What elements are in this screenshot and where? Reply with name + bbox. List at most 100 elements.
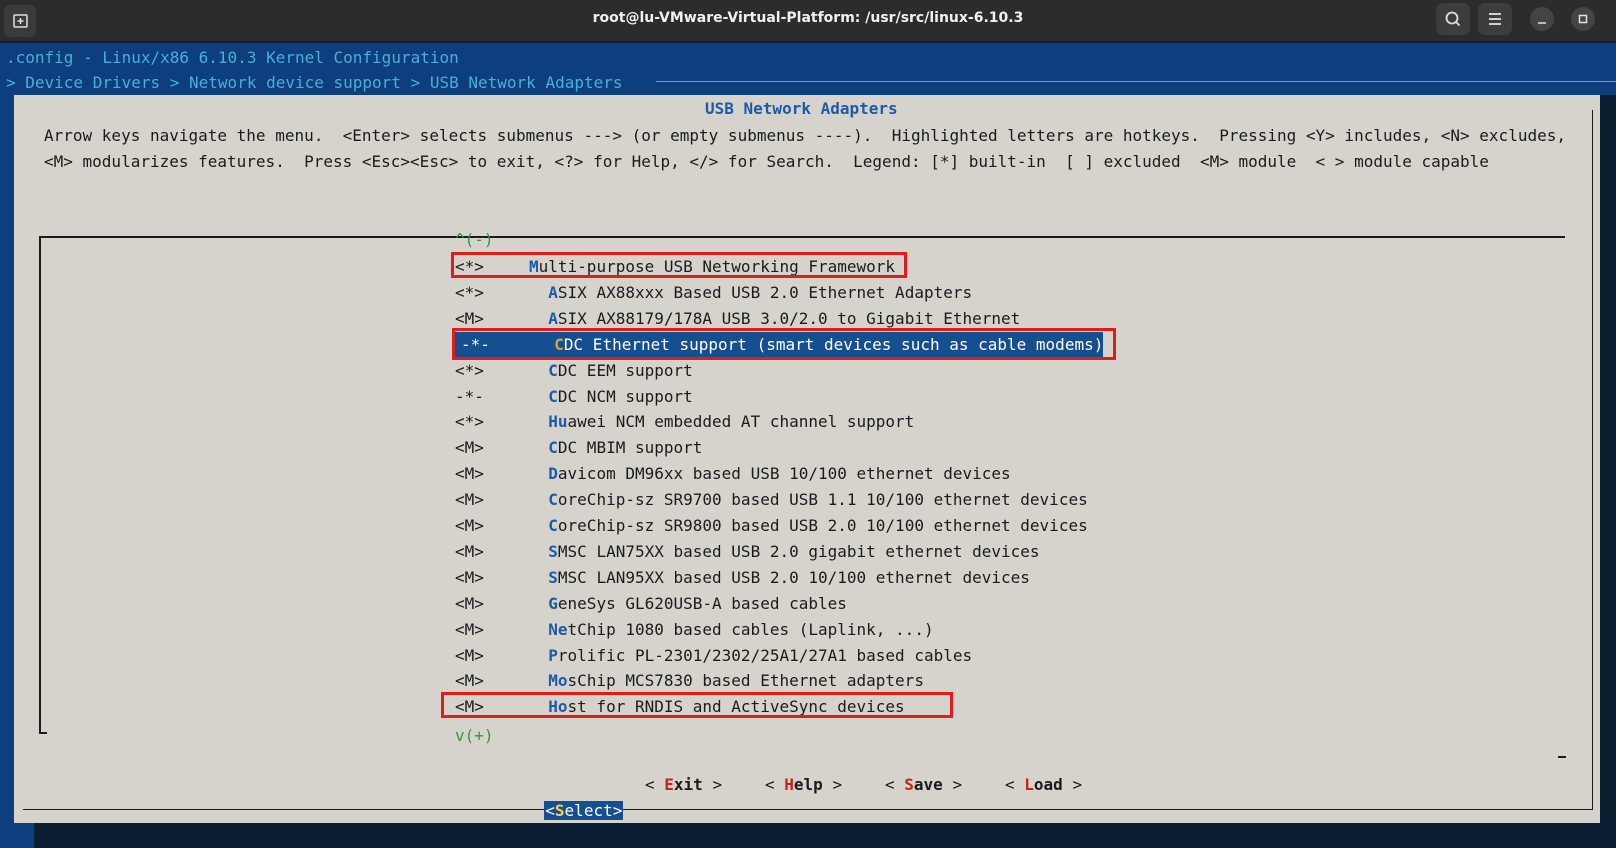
menu-item-indent [529,620,548,639]
menu-item-hotkey: C [548,516,558,535]
select-close: > [612,801,623,820]
select-button[interactable]: <Select> [525,772,624,820]
menu-item-hotkey: A [548,282,558,302]
minimize-button[interactable] [1530,7,1554,31]
menu-item-hotkey: Mo [548,671,568,691]
menu-item-label: oreChip-sz SR9700 based USB 1.1 10/100 e… [557,490,1088,510]
menu-item-label: SIX AX88xxx Based USB 2.0 Ethernet Adapt… [557,282,973,302]
menu-item-label: DC NCM support [557,386,693,406]
menu-item-hotkey: G [548,593,558,613]
menu-item-indent [529,646,548,665]
select-open: < [545,801,555,820]
menu-item-label: MSC LAN95XX based USB 2.0 10/100 etherne… [557,567,1030,587]
window-title: root@lu-VMware-Virtual-Platform: /usr/sr… [592,10,1024,26]
exit-hotkey: E [664,775,674,794]
save-hotkey: S [904,775,914,794]
menu-item-label: tChip 1080 based cables (Laplink, ...) [567,619,934,639]
menu-item-state[interactable]: <M> [449,565,529,591]
load-close: > [1062,775,1083,794]
help-open: < [765,775,785,794]
menu-box-corner [39,732,47,734]
menu-item-hotkey: C [548,360,558,380]
exit-button[interactable]: < Exit > [645,772,722,798]
maximize-icon [1578,14,1588,24]
save-button[interactable]: < Save > [885,772,962,798]
menu-item-label: DC MBIM support [557,438,703,458]
help-close: > [822,775,843,794]
menu-item-state[interactable]: <M> [449,461,529,487]
menu-item[interactable]: <M> CoreChip-sz SR9800 based USB 2.0 10/… [449,513,1088,539]
menu-item[interactable]: <M> MosChip MCS7830 based Ethernet adapt… [449,668,924,694]
menu-item-indent [529,516,548,535]
menu-item-indent [529,412,548,431]
menu-item-state[interactable]: <*> [449,280,529,306]
menu-item-state[interactable]: -*- [449,384,529,410]
menu-item-state[interactable]: <M> [449,539,529,565]
menu-item-state[interactable]: <M> [449,617,529,643]
menu-item-hotkey: C [548,386,558,406]
menu-item-indent [529,594,548,613]
menu-item-indent [529,671,548,690]
menu-item[interactable]: <M> CDC MBIM support [449,435,702,461]
load-label: oad [1033,775,1063,794]
menu-item[interactable]: <*> ASIX AX88xxx Based USB 2.0 Ethernet … [449,280,972,306]
menu-item[interactable]: <*> CDC EEM support [449,358,693,384]
menu-item-label: DC EEM support [557,360,693,380]
breadcrumb: > Device Drivers > Network device suppor… [6,73,623,92]
annotation-box [452,327,1116,360]
load-button[interactable]: < Load > [1005,772,1082,798]
menu-item[interactable]: <M> SMSC LAN95XX based USB 2.0 10/100 et… [449,565,1030,591]
menu-item-indent [529,309,548,328]
exit-open: < [645,775,665,794]
menu-item[interactable]: <M> Prolific PL-2301/2302/25A1/27A1 base… [449,643,972,669]
help-text: Arrow keys navigate the menu. <Enter> se… [44,126,1576,171]
annotation-box [441,692,953,719]
menu-item-indent [529,568,548,587]
menu-item-state[interactable]: <M> [449,487,529,513]
dialog-shadow-bottom [34,823,1616,848]
exit-close: > [702,775,723,794]
annotation-box [451,252,907,278]
menu-item-state[interactable]: <M> [449,435,529,461]
menu-button[interactable] [1478,3,1512,35]
menu-item-state[interactable]: <*> [449,358,529,384]
menu-item[interactable]: <M> Davicom DM96xx based USB 10/100 ethe… [449,461,1011,487]
help-hotkey: H [784,775,794,794]
load-hotkey: L [1024,775,1034,794]
menu-item[interactable]: <*> Huawei NCM embedded AT channel suppo… [449,409,914,435]
window-titlebar: root@lu-VMware-Virtual-Platform: /usr/sr… [0,0,1616,42]
menu-item-state[interactable]: <M> [449,513,529,539]
menu-item-hotkey: Hu [548,412,568,432]
exit-label: xit [673,775,703,794]
maximize-button[interactable] [1571,7,1595,31]
menu-item[interactable]: <M> NetChip 1080 based cables (Laplink, … [449,617,934,643]
menu-item-state[interactable]: <M> [449,643,529,669]
search-button[interactable] [1436,3,1470,35]
scroll-up-indicator[interactable]: ^(-) [455,230,494,249]
menu-item-state[interactable]: <*> [449,409,529,435]
menu-item-hotkey: A [548,308,558,328]
scroll-down-indicator[interactable]: v(+) [455,726,494,745]
config-title: .config - Linux/x86 6.10.3 Kernel Config… [6,48,459,67]
menu-box-right-tick [1558,756,1566,758]
menu-item-state[interactable]: <M> [449,591,529,617]
load-open: < [1005,775,1025,794]
save-open: < [885,775,905,794]
menu-item-label: MSC LAN75XX based USB 2.0 gigabit ethern… [557,541,1040,561]
menu-item-indent [529,464,548,483]
menu-item[interactable]: -*- CDC NCM support [449,384,693,410]
hamburger-icon [1489,13,1501,25]
menu-item-label: avicom DM96xx based USB 10/100 ethernet … [557,464,1011,484]
menu-item-indent [529,438,548,457]
menu-item-state[interactable]: <M> [449,668,529,694]
menu-item-label: awei NCM embedded AT channel support [567,412,915,432]
select-label: elect [564,801,613,820]
help-button[interactable]: < Help > [765,772,842,798]
menu-item[interactable]: <M> SMSC LAN75XX based USB 2.0 gigabit e… [449,539,1040,565]
menu-item[interactable]: <M> GeneSys GL620USB-A based cables [449,591,847,617]
help-label: elp [793,775,823,794]
menu-item-label: eneSys GL620USB-A based cables [557,593,847,613]
breadcrumb-rule [656,81,1616,82]
menu-item[interactable]: <M> CoreChip-sz SR9700 based USB 1.1 10/… [449,487,1088,513]
menu-item-label: oreChip-sz SR9800 based USB 2.0 10/100 e… [557,516,1088,535]
